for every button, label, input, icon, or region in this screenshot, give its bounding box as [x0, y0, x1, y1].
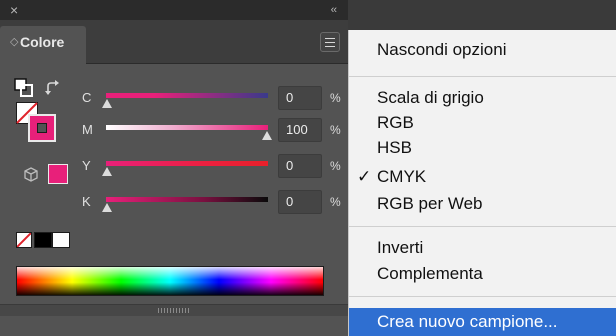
slider-track-y[interactable]	[106, 161, 268, 166]
slider-label-y: Y	[82, 158, 91, 173]
slider-row-c: C 0 %	[78, 86, 348, 110]
slider-row-k: K 0 %	[78, 190, 348, 214]
menu-separator	[349, 76, 616, 77]
menu-item-complementa[interactable]: Complementa	[349, 262, 616, 286]
checkmark-icon: ✓	[357, 167, 372, 186]
menu-item-label: RGB	[377, 113, 414, 132]
close-icon[interactable]: ×	[10, 2, 18, 18]
value-field-c[interactable]: 0	[278, 86, 322, 110]
unit-m: %	[330, 123, 341, 137]
white-swatch[interactable]	[52, 232, 70, 248]
menu-item-label: CMYK	[377, 167, 427, 186]
menu-item-label: Complementa	[377, 264, 483, 283]
slider-label-m: M	[82, 122, 93, 137]
menu-item-label: Inverti	[377, 238, 424, 257]
resize-grip-icon[interactable]	[158, 308, 190, 313]
slider-track-m[interactable]	[106, 125, 268, 130]
value-field-k[interactable]: 0	[278, 190, 322, 214]
menu-item-label: RGB per Web	[377, 194, 483, 213]
menu-item-rgb-per-web[interactable]: RGB per Web	[349, 192, 616, 216]
out-of-gamut-swatch[interactable]	[48, 164, 68, 184]
menu-item-label: HSB	[377, 138, 412, 157]
unit-c: %	[330, 91, 341, 105]
panel-flyout-menu: Nascondi opzioni Scala di grigio RGB HSB…	[348, 30, 616, 336]
stroke-swatch-hole	[37, 123, 47, 133]
tab-options-icon[interactable]: ◇	[10, 35, 18, 49]
black-swatch[interactable]	[34, 232, 52, 248]
swap-arrow-icon[interactable]	[44, 80, 62, 98]
menu-item-label: Nascondi opzioni	[377, 40, 507, 59]
slider-thumb-y[interactable]	[102, 167, 112, 176]
stroke-swatch[interactable]	[28, 114, 56, 142]
collapse-icon[interactable]: ‹‹	[331, 3, 337, 17]
menu-item-hsb[interactable]: HSB	[349, 136, 616, 160]
slider-label-c: C	[82, 90, 92, 105]
panel-resize-bar[interactable]	[0, 304, 348, 316]
menu-separator	[349, 226, 616, 227]
slider-thumb-c[interactable]	[102, 99, 112, 108]
fill-stroke-icon[interactable]	[14, 78, 34, 98]
slider-row-m: M 100 %	[78, 118, 348, 142]
color-spectrum[interactable]	[16, 266, 324, 296]
slider-track-k[interactable]	[106, 197, 268, 202]
unit-k: %	[330, 195, 341, 209]
menu-item-label: Scala di grigio	[377, 88, 484, 107]
none-swatch[interactable]	[16, 232, 32, 248]
tab-label: Colore	[20, 34, 65, 50]
slider-row-y: Y 0 %	[78, 154, 348, 178]
value-field-m[interactable]: 100	[278, 118, 322, 142]
menu-item-inverti[interactable]: Inverti	[349, 236, 616, 260]
slider-label-k: K	[82, 194, 91, 209]
unit-y: %	[330, 159, 341, 173]
value-field-y[interactable]: 0	[278, 154, 322, 178]
menu-item-label: Crea nuovo campione...	[377, 312, 558, 331]
menu-item-rgb[interactable]: RGB	[349, 111, 616, 135]
menu-item-cmyk[interactable]: ✓ CMYK	[349, 165, 616, 189]
menu-item-scala-di-grigio[interactable]: Scala di grigio	[349, 86, 616, 110]
panel-footer	[0, 316, 348, 336]
menu-item-nascondi-opzioni[interactable]: Nascondi opzioni	[349, 38, 616, 62]
tab-colore[interactable]: ◇ Colore	[0, 26, 86, 64]
slider-track-c[interactable]	[106, 93, 268, 98]
slider-thumb-m[interactable]	[262, 131, 272, 140]
color-panel: × ‹‹ ◇ Colore C 0 % M 100 % Y 0 % K 0 %	[0, 0, 348, 336]
menu-separator	[349, 296, 616, 297]
panel-menu-button[interactable]	[320, 32, 340, 52]
cube-icon[interactable]	[22, 166, 40, 184]
panel-tabstrip: ◇ Colore	[0, 20, 348, 64]
menu-item-crea-nuovo-campione[interactable]: Crea nuovo campione...	[349, 308, 616, 336]
slider-thumb-k[interactable]	[102, 203, 112, 212]
panel-titlebar: × ‹‹	[0, 0, 348, 20]
